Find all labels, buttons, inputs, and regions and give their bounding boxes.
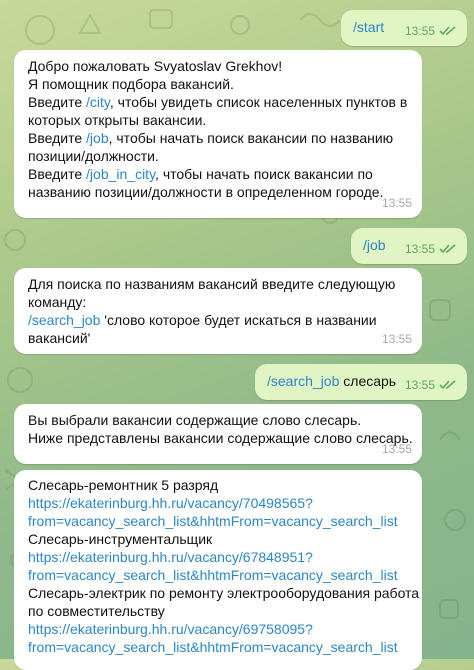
- vacancy-title: по совместительству: [28, 603, 165, 619]
- outgoing-message-search-job: /search_job слесарь 13:55: [255, 364, 467, 400]
- incoming-message-search-instructions: Для поиска по названиям вакансий введите…: [14, 268, 422, 354]
- job-command-link[interactable]: /job: [86, 130, 109, 146]
- search-job-command[interactable]: /search_job: [267, 373, 339, 389]
- intro-line: Я помощник подбора вакансий.: [28, 76, 234, 92]
- vacancy-link[interactable]: from=vacancy_search_list&hhtmFrom=vacanc…: [28, 566, 408, 584]
- vacancy-title: Слесарь-электрик по ремонту электрообору…: [28, 585, 420, 601]
- vacancy-title: Слесарь-ремонтник 5 разряд: [28, 477, 219, 493]
- vacancy-link[interactable]: from=vacancy_search_list&hhtmFrom=vacanc…: [28, 512, 408, 530]
- start-command[interactable]: /start: [353, 19, 384, 35]
- outgoing-message-job: /job 13:55: [351, 228, 467, 264]
- incoming-message-selection: Вы выбрали вакансии содержащие слово сле…: [14, 404, 422, 464]
- outgoing-message-start: /start 13:55: [341, 10, 467, 46]
- incoming-message-vacancy-list: Слесарь-ремонтник 5 разряд https://ekate…: [14, 470, 422, 670]
- message-time: 13:55: [381, 196, 412, 210]
- double-check-icon: [439, 380, 456, 390]
- double-check-icon: [439, 244, 456, 254]
- message-time: 13:55: [381, 332, 412, 346]
- vacancy-link[interactable]: https://ekaterinburg.hh.ru/vacancy/69758…: [28, 620, 408, 638]
- vacancy-link[interactable]: https://ekaterinburg.hh.ru/vacancy/67848…: [28, 548, 408, 566]
- vacancy-title: Слесарь-инструментальщик: [28, 531, 213, 547]
- message-time: 13:55: [405, 240, 457, 258]
- job-in-city-command-link[interactable]: /job_in_city: [86, 166, 155, 182]
- search-job-command-link[interactable]: /search_job: [28, 312, 100, 328]
- message-time: 13:55: [381, 442, 412, 456]
- city-command-link[interactable]: /city: [86, 94, 110, 110]
- vacancy-link[interactable]: https://ekaterinburg.hh.ru/vacancy/70498…: [28, 494, 408, 512]
- incoming-message-welcome: Добро пожаловать Svyatoslav Grekhov! Я п…: [14, 50, 422, 218]
- vacancy-link[interactable]: from=vacancy_search_list&hhtmFrom=vacanc…: [28, 638, 408, 656]
- message-time: 13:55: [405, 376, 457, 394]
- message-time: 13:55: [405, 22, 457, 40]
- job-command[interactable]: /job: [363, 237, 386, 253]
- welcome-line: Добро пожаловать Svyatoslav Grekhov!: [28, 58, 283, 74]
- double-check-icon: [439, 26, 456, 36]
